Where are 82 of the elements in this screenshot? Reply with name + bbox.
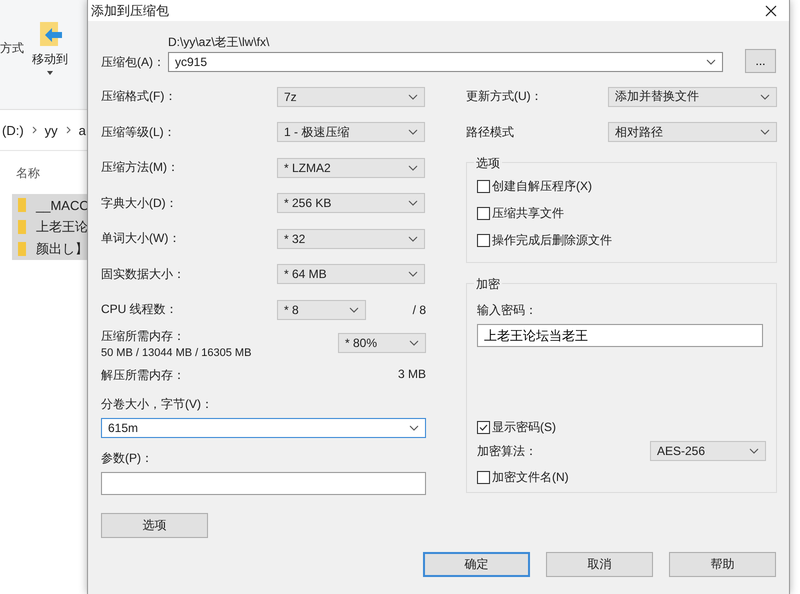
archive-path: D:\yy\az\老王\lw\fx\ xyxy=(168,34,270,51)
setting-dropdown[interactable]: * 32 xyxy=(277,228,425,249)
setting-dropdown[interactable]: 1 - 极速压缩 xyxy=(277,122,425,142)
cpu-dropdown[interactable]: * 8 xyxy=(277,300,366,320)
setting-label: 压缩等级(L)： xyxy=(101,124,177,141)
setting-label: 固实数据大小： xyxy=(101,266,186,283)
breadcrumb-item[interactable]: a xyxy=(78,122,86,138)
chevron-down-icon[interactable] xyxy=(408,164,418,171)
file-name: 上老王论 xyxy=(36,218,88,236)
browse-button[interactable]: ... xyxy=(745,49,776,73)
password-field[interactable]: 上老王论坛当老王 xyxy=(477,324,763,347)
folder-icon xyxy=(18,220,26,234)
group-title: 选项 xyxy=(474,155,502,172)
update-mode-label: 更新方式(U)： xyxy=(466,88,544,106)
chevron-down-icon[interactable] xyxy=(408,236,418,242)
parameters-field[interactable] xyxy=(101,472,426,494)
checkbox-option[interactable]: 压缩共享文件 xyxy=(477,204,766,222)
path-mode-dropdown[interactable]: 相对路径 xyxy=(608,122,777,142)
file-row[interactable]: 颜出し】 xyxy=(12,238,90,260)
setting-label: 压缩格式(F)： xyxy=(101,88,178,106)
checkbox[interactable] xyxy=(477,420,490,434)
setting-label: 单词大小(W)： xyxy=(101,230,182,248)
dialog-button[interactable]: 确定 xyxy=(423,552,530,577)
chevron-down-icon[interactable] xyxy=(409,340,419,346)
chevron-icon xyxy=(32,126,37,134)
checkbox-option[interactable]: 创建自解压程序(X) xyxy=(477,177,766,195)
chevron-down-icon[interactable] xyxy=(408,94,418,100)
setting-dropdown[interactable]: * 64 MB xyxy=(277,264,425,284)
checkbox-option[interactable]: 操作完成后删除源文件 xyxy=(477,231,766,249)
window-title: 添加到压缩包 xyxy=(91,2,169,20)
cpu-label: CPU 线程数： xyxy=(101,301,179,318)
checkbox-option[interactable]: 加密文件名(N) xyxy=(477,468,766,486)
file-row[interactable]: 上老王论 xyxy=(12,216,90,238)
caret-icon[interactable] xyxy=(47,71,53,75)
chevron-down-icon[interactable] xyxy=(749,448,759,454)
memory-dropdown[interactable]: * 80% xyxy=(338,333,426,353)
checkbox[interactable] xyxy=(477,470,490,484)
checkbox[interactable] xyxy=(477,234,490,246)
decompress-memory-value: 3 MB xyxy=(398,366,426,382)
options-button[interactable]: 选项 xyxy=(101,512,208,538)
folder-icon xyxy=(18,242,26,256)
column-header[interactable]: 名称 xyxy=(16,165,40,182)
chevron-down-icon[interactable] xyxy=(760,129,770,136)
decompress-memory-label: 解压所需内存： xyxy=(101,366,185,384)
chevron-down-icon[interactable] xyxy=(408,129,418,136)
chevron-down-icon[interactable] xyxy=(349,306,359,313)
path-mode-label: 路径模式 xyxy=(466,124,515,141)
setting-label: 字典大小(D)： xyxy=(101,194,179,212)
setting-dropdown[interactable]: * LZMA2 xyxy=(277,158,425,178)
file-name: 颜出し】 xyxy=(36,240,88,258)
folder-icon xyxy=(18,198,26,212)
checkbox-option[interactable]: 显示密码(S) xyxy=(477,418,766,436)
checkbox[interactable] xyxy=(477,180,490,192)
move-to-button[interactable]: 移动到 xyxy=(32,51,68,68)
volume-label: 分卷大小，字节(V)： xyxy=(101,396,214,412)
password-label: 输入密码： xyxy=(477,302,538,319)
dialog-button[interactable]: 取消 xyxy=(546,552,653,577)
breadcrumb-item[interactable]: (D:) xyxy=(2,122,24,138)
chevron-icon xyxy=(66,126,71,134)
setting-dropdown[interactable]: * 256 KB xyxy=(277,193,425,214)
dialog-button[interactable]: 帮助 xyxy=(669,552,776,577)
chevron-down-icon[interactable] xyxy=(760,94,770,100)
chevron-down-icon[interactable] xyxy=(409,424,419,430)
chevron-down-icon[interactable] xyxy=(706,59,716,65)
checkbox[interactable] xyxy=(477,206,490,220)
close-icon[interactable] xyxy=(765,4,777,16)
chevron-down-icon[interactable] xyxy=(408,271,418,278)
encryption-method-dropdown[interactable]: AES-256 xyxy=(650,441,766,461)
archive-name-field[interactable]: yc915 xyxy=(168,52,723,72)
parameters-label: 参数(P)： xyxy=(101,450,154,466)
breadcrumb-item[interactable]: yy xyxy=(44,122,58,138)
update-mode-dropdown[interactable]: 添加并替换文件 xyxy=(608,86,777,107)
volume-size-field[interactable]: 615m xyxy=(101,418,426,438)
setting-label: 压缩方法(M)： xyxy=(101,159,180,176)
setting-dropdown[interactable]: 7z xyxy=(277,86,425,107)
ribbon-label: 方式 xyxy=(0,40,24,57)
memory-detail: 50 MB / 13044 MB / 16305 MB xyxy=(101,346,252,358)
encryption-method-label: 加密算法： xyxy=(477,442,537,460)
archive-label: 压缩包(A)： xyxy=(101,54,166,71)
cpu-max: / 8 xyxy=(412,302,426,317)
memory-label: 压缩所需内存： xyxy=(101,328,186,344)
chevron-down-icon[interactable] xyxy=(408,200,418,206)
